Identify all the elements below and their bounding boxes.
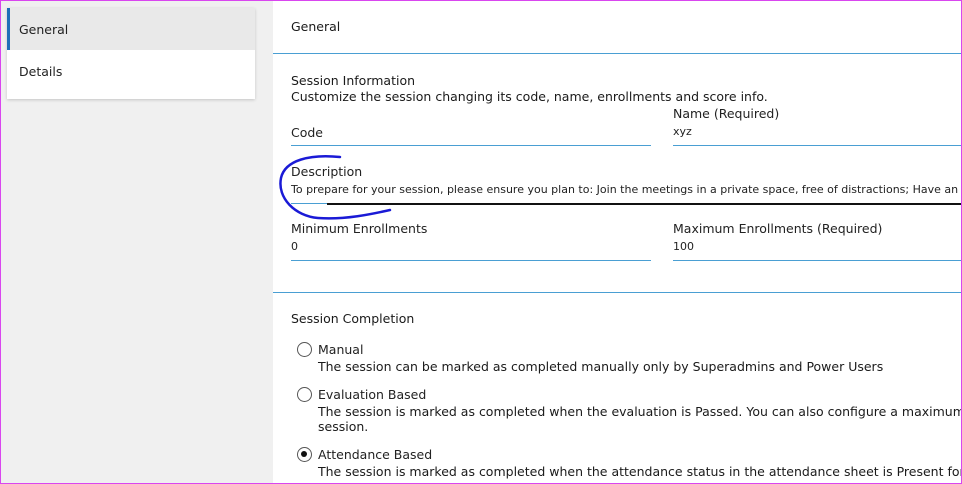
page-title: General <box>291 19 341 34</box>
max-enrollments-underline <box>673 260 962 261</box>
evaluation-based-option-label: Evaluation Based <box>318 387 427 402</box>
panel-header: General <box>273 0 962 54</box>
sidebar-nav: General Details <box>7 8 255 99</box>
manual-radio[interactable] <box>297 342 312 357</box>
attendance-based-radio[interactable] <box>297 447 312 462</box>
description-field-label: Description <box>291 164 363 179</box>
max-enrollments-field[interactable]: 100 <box>673 240 694 253</box>
main-panel: General Session Information Customize th… <box>273 0 962 484</box>
section-title-session-completion: Session Completion <box>291 311 415 326</box>
attendance-based-option-desc: The session is marked as completed when … <box>318 464 962 479</box>
name-field[interactable]: xyz <box>673 125 692 138</box>
description-field-underline <box>327 203 962 205</box>
sidebar-item-label: Details <box>19 63 63 79</box>
manual-option-label: Manual <box>318 342 364 357</box>
section-divider <box>273 292 962 293</box>
max-enrollments-label: Maximum Enrollments (Required) <box>673 221 883 236</box>
name-field-label: Name (Required) <box>673 106 780 121</box>
evaluation-based-option-desc: The session is marked as completed when … <box>318 404 962 419</box>
code-field-underline <box>291 145 651 146</box>
evaluation-based-radio[interactable] <box>297 387 312 402</box>
section-subtitle: Customize the session changing its code,… <box>291 89 768 104</box>
manual-option-desc: The session can be marked as completed m… <box>318 359 884 374</box>
min-enrollments-field[interactable]: 0 <box>291 240 298 253</box>
attendance-based-option-label: Attendance Based <box>318 447 433 462</box>
description-field-underline-focus <box>291 203 327 204</box>
min-enrollments-label: Minimum Enrollments <box>291 221 428 236</box>
min-enrollments-underline <box>291 260 651 261</box>
sidebar-item-general[interactable]: General <box>7 8 255 50</box>
sidebar-item-details[interactable]: Details <box>7 50 255 92</box>
name-field-underline <box>673 145 962 146</box>
code-field[interactable]: Code <box>291 125 323 140</box>
evaluation-based-option-desc-cont: session. <box>318 419 369 434</box>
description-field[interactable]: To prepare for your session, please ensu… <box>291 183 962 196</box>
section-title-session-information: Session Information <box>291 73 416 88</box>
sidebar-item-label: General <box>19 21 69 37</box>
